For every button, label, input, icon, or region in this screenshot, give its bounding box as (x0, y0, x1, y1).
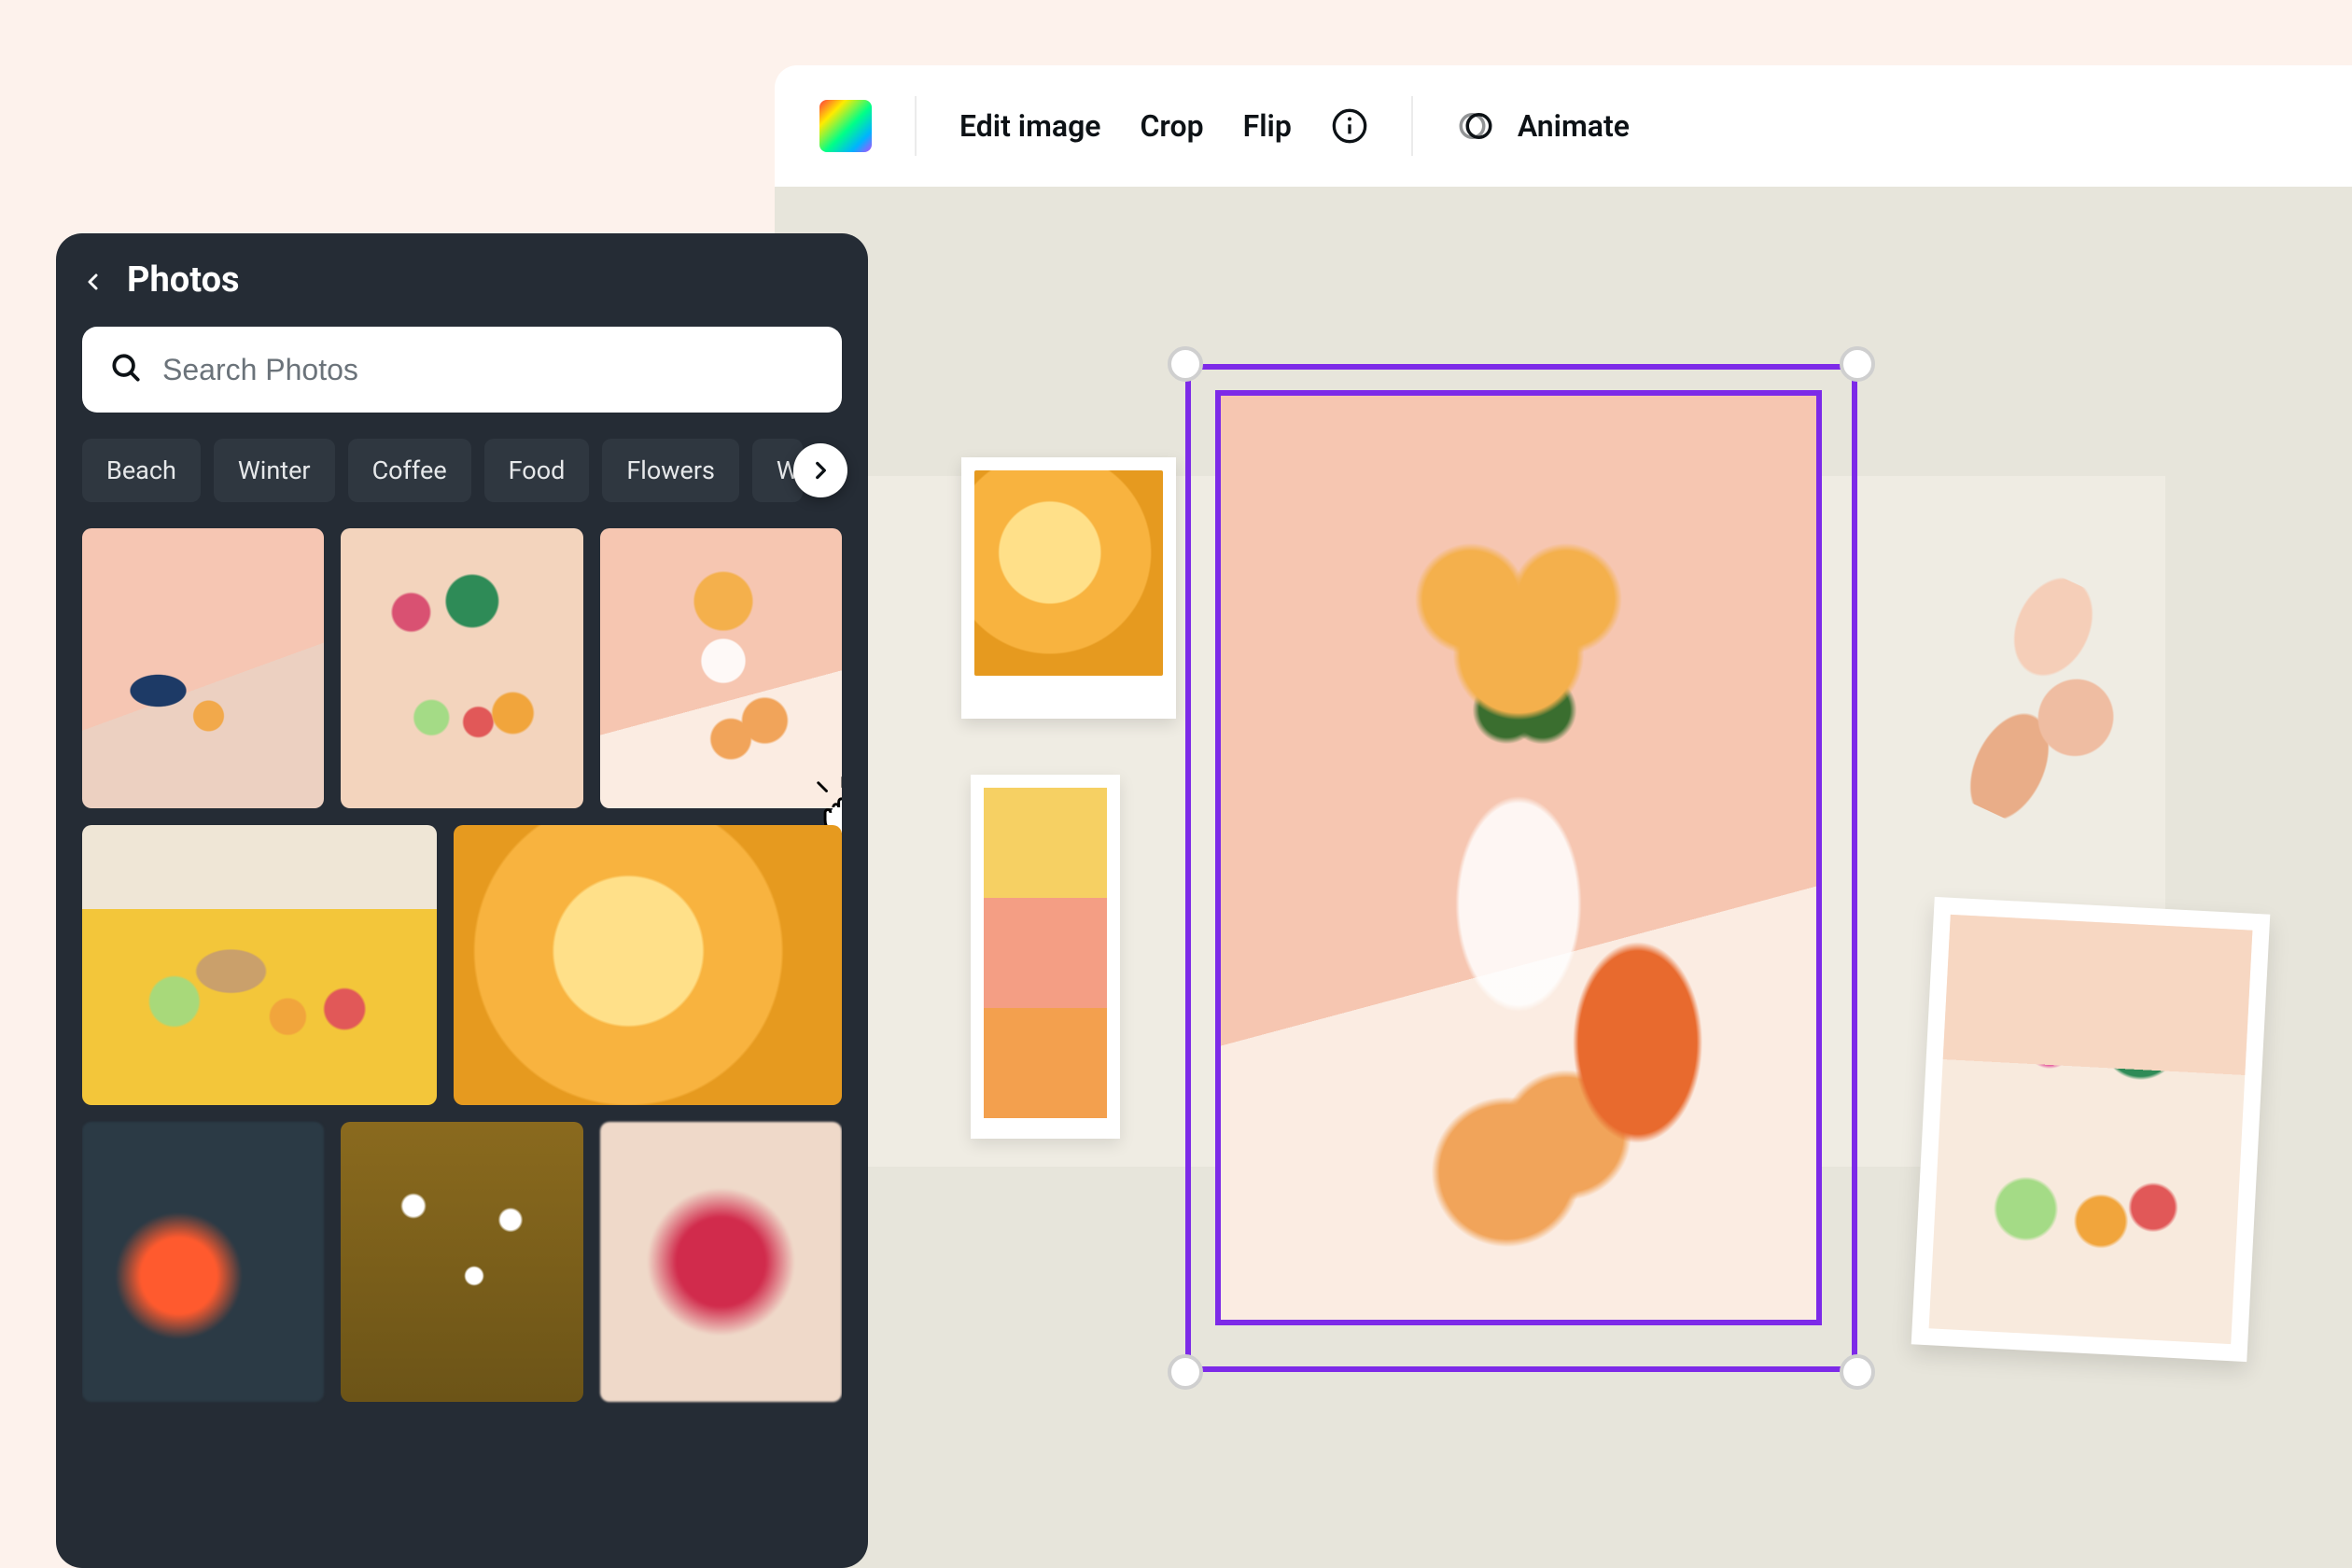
moodboard-photo[interactable] (1911, 897, 2271, 1362)
search-icon (108, 350, 144, 389)
chip-winter[interactable]: Winter (214, 439, 335, 502)
selected-image[interactable] (1185, 364, 1857, 1372)
crop-button[interactable]: Crop (1141, 108, 1204, 144)
resize-handle-top-right[interactable] (1840, 346, 1875, 382)
resize-handle-bottom-left[interactable] (1168, 1354, 1203, 1390)
photo-thumb[interactable] (454, 825, 842, 1105)
photo-thumb[interactable] (82, 1122, 324, 1402)
polaroid-image (974, 470, 1163, 676)
animate-button[interactable]: Animate (1518, 108, 1630, 144)
photo-thumb[interactable] (341, 528, 582, 808)
panel-header: Photos (82, 259, 842, 301)
color-picker-button[interactable] (819, 100, 872, 152)
flip-button[interactable]: Flip (1243, 108, 1292, 144)
design-canvas[interactable] (775, 187, 2352, 1568)
panel-title: Photos (127, 259, 240, 301)
palette-swatch-2 (984, 898, 1107, 1008)
edit-image-button[interactable]: Edit image (959, 108, 1101, 144)
resize-handle-top-left[interactable] (1168, 346, 1203, 382)
chips-scroll-right[interactable] (793, 443, 847, 497)
photo-thumb[interactable] (600, 1122, 842, 1402)
palette-swatch-3 (984, 1008, 1107, 1118)
chip-beach[interactable]: Beach (82, 439, 201, 502)
chip-flowers[interactable]: Flowers (602, 439, 739, 502)
back-button[interactable] (82, 269, 105, 291)
editor-window: Edit image Crop Flip Animate (775, 65, 2352, 1568)
image-toolbar: Edit image Crop Flip Animate (775, 65, 2352, 187)
search-input[interactable] (161, 352, 816, 388)
chip-food[interactable]: Food (484, 439, 590, 502)
search-input-wrapper[interactable] (82, 327, 842, 413)
photos-panel: Photos Beach Winter Coffee Food Flowers … (56, 233, 868, 1568)
category-chips: Beach Winter Coffee Food Flowers W (82, 439, 842, 502)
palette-swatch-1 (984, 788, 1107, 898)
photo-thumb[interactable] (341, 1122, 582, 1402)
selection-outline (1185, 364, 1857, 1372)
info-icon[interactable] (1331, 107, 1368, 145)
toolbar-divider (915, 96, 917, 156)
resize-handle-bottom-right[interactable] (1840, 1354, 1875, 1390)
photo-thumb[interactable] (600, 528, 842, 808)
canvas-polaroid[interactable] (961, 457, 1176, 719)
animate-icon (1456, 106, 1495, 146)
photo-thumb[interactable] (82, 528, 324, 808)
color-palette-card[interactable] (971, 775, 1120, 1139)
photo-thumb[interactable] (82, 825, 437, 1105)
toolbar-divider (1411, 96, 1413, 156)
chip-coffee[interactable]: Coffee (348, 439, 471, 502)
moodboard-photo-image (1929, 915, 2253, 1344)
photo-grid (82, 528, 842, 1542)
